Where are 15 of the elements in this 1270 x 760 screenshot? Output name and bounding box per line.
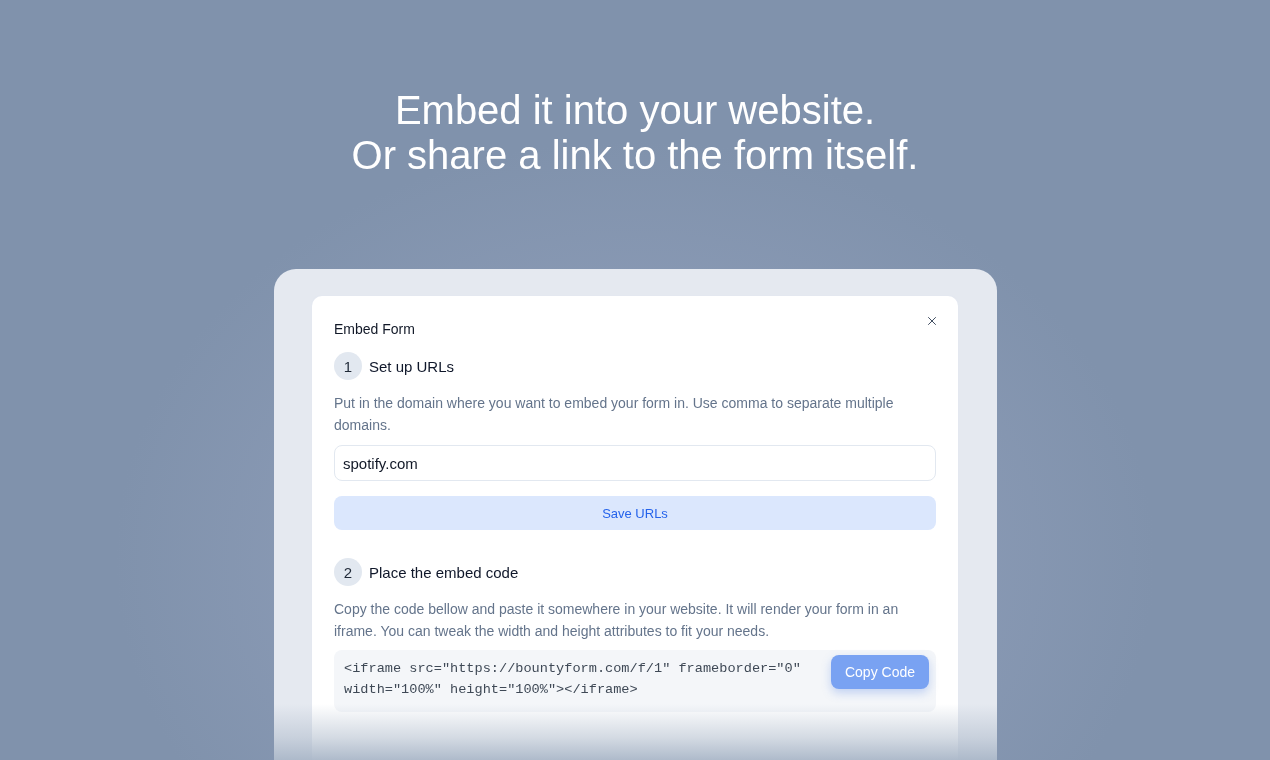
- dialog-title: Embed Form: [334, 320, 415, 338]
- step-title: Set up URLs: [369, 357, 455, 375]
- domain-input-field[interactable]: spotify.com: [334, 445, 936, 481]
- copy-code-button[interactable]: Copy Code: [830, 655, 929, 689]
- save-urls-button[interactable]: Save URLs: [334, 496, 936, 530]
- headline-line: Or share a link to the form itself.: [351, 133, 919, 178]
- step-number: 1: [334, 352, 362, 380]
- step-title: Place the embed code: [369, 563, 519, 581]
- embed-code-text: <iframe src="https://bountyform.com/f/1" frameborder="0" width="100%" height="100%"></iframe>: [344, 660, 802, 699]
- close-button[interactable]: [925, 314, 939, 328]
- step-description: Put in the domain where you want to embed your form in. Use comma to separate multiple domains.: [334, 394, 895, 435]
- step-number: 2: [334, 558, 362, 586]
- headline-line: Embed it into your website.: [394, 88, 876, 133]
- close-icon: [925, 314, 939, 328]
- step-description: Copy the code bellow and paste it somewhere in your website. It will render your form in an iframe. You can tweak the width and height attributes to fit your needs.: [334, 600, 900, 641]
